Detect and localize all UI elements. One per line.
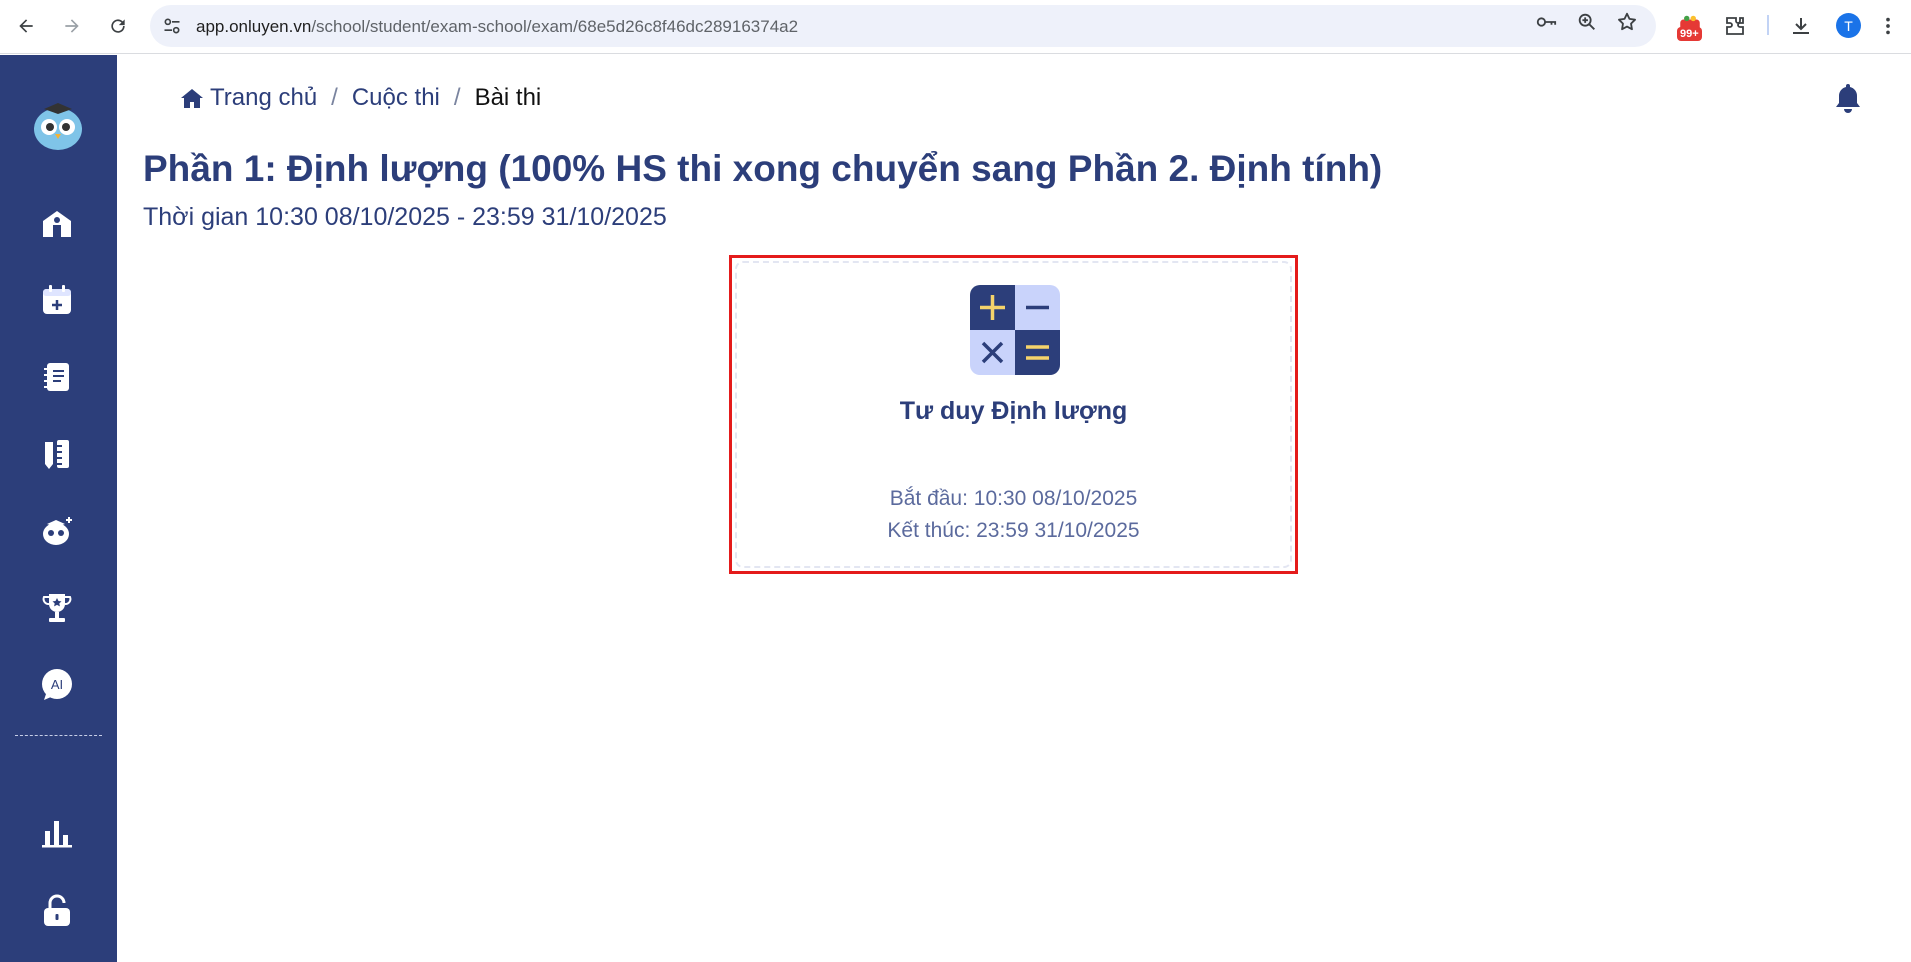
breadcrumb-contests[interactable]: Cuộc thi [352,84,440,112]
ai-label: AI [51,677,63,692]
bell-icon[interactable] [1833,82,1863,114]
breadcrumb-home[interactable]: Trang chủ [210,84,317,112]
toolbar-divider [1767,15,1769,35]
zoom-icon[interactable] [1575,10,1599,34]
bookmark-star-icon[interactable] [1615,10,1639,34]
bar-chart-icon[interactable] [37,813,77,853]
breadcrumb: Trang chủ / Cuộc thi / Bài thi [180,84,541,112]
exam-time-range: Thời gian 10:30 08/10/2025 - 23:59 31/10… [143,203,667,231]
page-title: Phần 1: Định lượng (100% HS thi xong chu… [143,148,1383,189]
forward-button[interactable] [56,10,88,42]
extension-badge: 99+ [1677,27,1702,41]
url-path: /school/student/exam-school/exam/68e5d26… [311,17,799,36]
menu-kebab-icon[interactable] [1873,10,1903,42]
password-key-icon[interactable] [1534,10,1558,34]
breadcrumb-separator: / [453,84,461,111]
exam-card-start: Bắt đầu: 10:30 08/10/2025 [889,487,1138,510]
unlock-icon[interactable] [37,891,77,931]
reload-button[interactable] [102,10,134,42]
pencil-ruler-icon[interactable] [37,434,77,474]
url-text[interactable]: app.onluyen.vn/school/student/exam-schoo… [196,17,798,37]
breadcrumb-current: Bài thi [474,84,542,111]
sidebar-divider [15,735,102,736]
exam-card[interactable]: Tư duy Định lượng Bắt đầu: 10:30 08/10/2… [735,261,1292,568]
calendar-add-icon[interactable] [37,280,77,320]
profile-avatar[interactable]: T [1836,13,1861,38]
exam-card-end: Kết thúc: 23:59 31/10/2025 [887,519,1140,542]
exam-card-title: Tư duy Định lượng [899,397,1128,425]
back-button[interactable] [10,10,42,42]
owl-sparkle-icon[interactable] [37,511,77,551]
url-host: app.onluyen.vn [196,17,312,36]
home-icon[interactable] [180,87,204,109]
sidebar: AI [0,55,117,962]
extensions-puzzle-icon[interactable] [1720,10,1750,42]
breadcrumb-separator: / [331,84,338,111]
address-bar[interactable]: app.onluyen.vn/school/student/exam-schoo… [150,5,1656,47]
calculator-icon [970,285,1060,375]
arrow-left-icon [19,19,33,33]
trophy-icon[interactable] [37,588,77,628]
ai-chat-icon[interactable]: AI [37,665,77,705]
site-settings-icon[interactable] [162,16,182,36]
school-icon[interactable] [37,203,77,243]
reload-icon [111,19,125,33]
notebook-icon[interactable] [37,357,77,397]
arrow-right-icon [65,19,79,33]
owl-logo[interactable] [30,97,86,153]
browser-toolbar: app.onluyen.vn/school/student/exam-schoo… [0,0,1911,54]
download-icon[interactable] [1786,10,1816,42]
